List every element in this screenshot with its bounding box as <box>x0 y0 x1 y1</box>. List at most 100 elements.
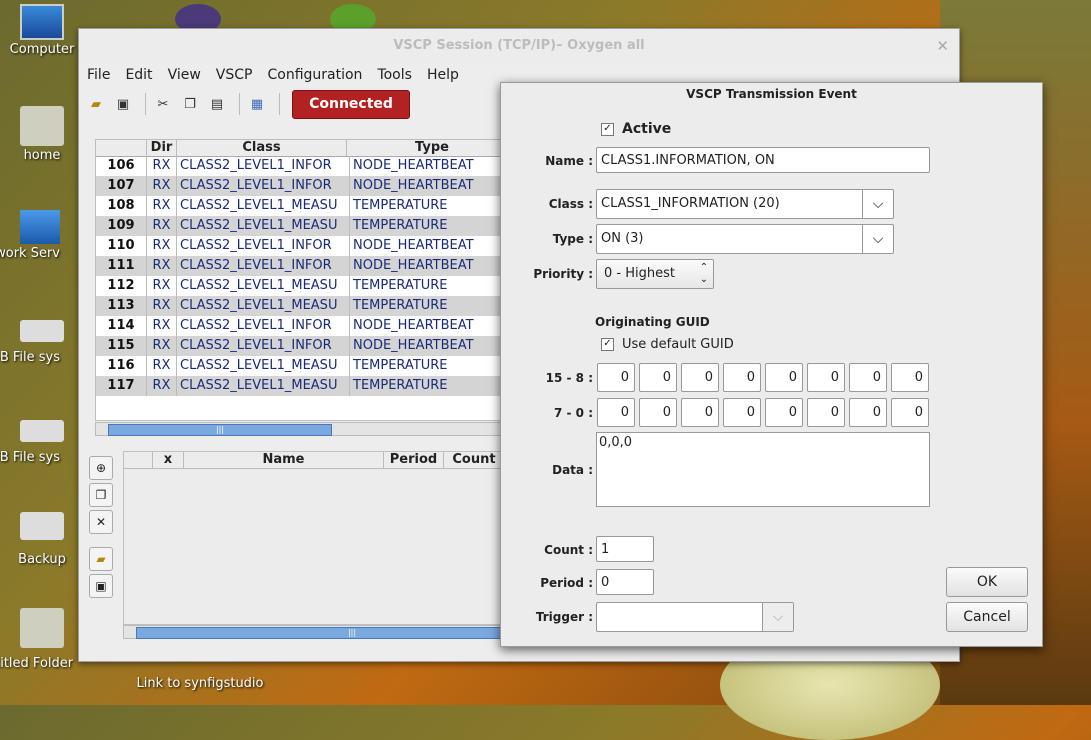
table-row[interactable]: 108 RX CLASS2_LEVEL1_MEASU TEMPERATURE <box>96 196 506 216</box>
count-input[interactable]: 1 <box>596 536 654 562</box>
close-icon[interactable]: ✕ <box>936 29 949 63</box>
desktop-icon-computer[interactable]: Computer <box>2 4 82 57</box>
guid-byte-input[interactable]: 0 <box>639 363 677 392</box>
ok-button[interactable]: OK <box>946 567 1028 597</box>
transmit-table[interactable]: x Name Period Count <box>123 451 511 625</box>
guid-byte-input[interactable]: 0 <box>765 363 803 392</box>
table-row[interactable]: 107 RX CLASS2_LEVEL1_INFOR NODE_HEARTBEAT <box>96 176 506 196</box>
guid-byte-input[interactable]: 0 <box>891 398 929 427</box>
desktop-icon-drive-gb[interactable]: GB File sys <box>0 314 80 365</box>
save-icon[interactable]: ▣ <box>112 93 134 115</box>
trigger-select[interactable]: ⌵ <box>596 602 794 632</box>
desktop-icon-backup[interactable]: Backup <box>2 512 82 567</box>
guid-byte-input[interactable]: 0 <box>597 363 635 392</box>
guid-byte-input[interactable]: 0 <box>849 398 887 427</box>
table-row[interactable]: 112 RX CLASS2_LEVEL1_MEASU TEMPERATURE <box>96 276 506 296</box>
grid-header-class[interactable]: Class <box>177 140 347 156</box>
table-row[interactable]: 113 RX CLASS2_LEVEL1_MEASU TEMPERATURE <box>96 296 506 316</box>
guid-byte-input[interactable]: 0 <box>681 363 719 392</box>
save-events-button[interactable]: ▣ <box>89 574 113 598</box>
row-type: TEMPERATURE <box>353 358 448 373</box>
priority-select[interactable]: 0 - Highest ⌃ ⌄ <box>596 259 714 289</box>
guid-byte-input[interactable]: 0 <box>765 398 803 427</box>
guid-byte-input[interactable]: 0 <box>807 363 845 392</box>
paste-icon[interactable]: ▤ <box>206 93 228 115</box>
desktop-icon-home[interactable]: home <box>2 106 82 163</box>
guid-byte-input[interactable]: 0 <box>597 398 635 427</box>
guid-byte-input[interactable]: 0 <box>723 363 761 392</box>
row-dir: RX <box>147 216 177 236</box>
row-number: 111 <box>96 256 147 276</box>
data-textarea[interactable]: 0,0,0 <box>596 432 930 507</box>
guid-byte-input[interactable]: 0 <box>891 363 929 392</box>
menu-configuration[interactable]: Configuration <box>267 67 362 83</box>
copy-icon[interactable]: ❐ <box>179 93 201 115</box>
table-row[interactable]: 116 RX CLASS2_LEVEL1_MEASU TEMPERATURE <box>96 356 506 376</box>
grid-rows: 106 RX CLASS2_LEVEL1_INFOR NODE_HEARTBEAT 1… <box>96 156 506 396</box>
tx-hscrollbar[interactable]: ||| <box>123 625 568 639</box>
default-guid-checkbox[interactable]: ✓ Use default GUID <box>601 337 734 352</box>
chevron-down-icon[interactable]: ⌵ <box>862 225 893 253</box>
grid-header-rownum <box>96 140 147 156</box>
toolbar-separator <box>145 93 146 115</box>
tx-header-x[interactable]: x <box>153 452 184 468</box>
table-row[interactable]: 106 RX CLASS2_LEVEL1_INFOR NODE_HEARTBEAT <box>96 156 506 176</box>
cancel-button[interactable]: Cancel <box>946 602 1028 632</box>
cut-icon[interactable]: ✂ <box>152 93 174 115</box>
drive-icon <box>20 320 64 342</box>
class-select[interactable]: CLASS1_INFORMATION (20) ⌵ <box>596 189 894 219</box>
menu-file[interactable]: File <box>87 67 110 83</box>
guid-byte-input[interactable]: 0 <box>681 398 719 427</box>
load-events-button[interactable]: ▰ <box>89 547 113 571</box>
table-row[interactable]: 115 RX CLASS2_LEVEL1_INFOR NODE_HEARTBEAT <box>96 336 506 356</box>
table-row[interactable]: 114 RX CLASS2_LEVEL1_INFOR NODE_HEARTBEAT <box>96 316 506 336</box>
type-select[interactable]: ON (3) ⌵ <box>596 224 894 254</box>
menu-view[interactable]: View <box>168 67 201 83</box>
menu-edit[interactable]: Edit <box>125 67 152 83</box>
window-titlebar[interactable]: VSCP Session (TCP/IP)– Oxygen all ✕ <box>79 29 959 63</box>
grid-hscrollbar[interactable]: ||| <box>95 422 505 436</box>
connected-button[interactable]: Connected <box>292 89 410 119</box>
type-select-value: ON (3) <box>601 231 644 246</box>
name-input[interactable]: CLASS1.INFORMATION, ON <box>596 147 930 173</box>
check-icon: ✓ <box>601 122 614 136</box>
open-icon[interactable]: ▰ <box>85 93 107 115</box>
event-grid[interactable]: Dir Class Type 106 RX CLASS2_LEVEL1_INFOR N… <box>95 139 507 421</box>
add-event-button[interactable]: ⊕ <box>89 456 113 480</box>
menu-tools[interactable]: Tools <box>377 67 412 83</box>
row-type: TEMPERATURE <box>353 198 448 213</box>
active-checkbox[interactable]: ✓ Active <box>601 121 671 137</box>
tx-header-count[interactable]: Count <box>444 452 504 468</box>
table-row[interactable]: 111 RX CLASS2_LEVEL1_INFOR NODE_HEARTBEAT <box>96 256 506 276</box>
table-row[interactable]: 110 RX CLASS2_LEVEL1_INFOR NODE_HEARTBEAT <box>96 236 506 256</box>
desktop-icon-folder[interactable]: ntitled Folder <box>0 608 80 671</box>
guid-byte-input[interactable]: 0 <box>723 398 761 427</box>
copy-event-button[interactable]: ❐ <box>89 483 113 507</box>
desktop-icon-network[interactable]: etwork Serv <box>0 210 80 261</box>
tx-header-name[interactable]: Name <box>184 452 384 468</box>
tx-header-period[interactable]: Period <box>384 452 444 468</box>
chevron-down-icon[interactable]: ⌵ <box>862 190 893 218</box>
row-dir: RX <box>147 196 177 216</box>
transmit-table-header: x Name Period Count <box>124 452 510 469</box>
chevron-down-icon[interactable]: ⌵ <box>762 603 793 631</box>
guid-hi-row: 0 0 0 0 0 0 0 0 <box>597 363 929 392</box>
row-number: 106 <box>96 156 147 176</box>
guid-byte-input[interactable]: 0 <box>807 398 845 427</box>
scrollbar-thumb[interactable]: ||| <box>108 424 332 436</box>
name-label: Name : <box>545 154 593 168</box>
period-input[interactable]: 0 <box>596 569 654 595</box>
guid-byte-input[interactable]: 0 <box>849 363 887 392</box>
print-icon[interactable]: ▦ <box>246 93 268 115</box>
grid-header-type[interactable]: Type <box>347 140 506 156</box>
table-row[interactable]: 109 RX CLASS2_LEVEL1_MEASU TEMPERATURE <box>96 216 506 236</box>
menu-help[interactable]: Help <box>427 67 459 83</box>
menu-vscp[interactable]: VSCP <box>216 67 253 83</box>
desktop-icon-drive-mb[interactable]: MB File sys <box>0 414 80 465</box>
guid-byte-input[interactable]: 0 <box>639 398 677 427</box>
table-row[interactable]: 117 RX CLASS2_LEVEL1_MEASU TEMPERATURE <box>96 376 506 396</box>
grid-header-dir[interactable]: Dir <box>147 140 177 156</box>
guid-lo-row: 0 0 0 0 0 0 0 0 <box>597 398 929 427</box>
delete-event-button[interactable]: ✕ <box>89 510 113 534</box>
desktop-link-synfig[interactable]: Link to synfigstudio <box>130 676 270 691</box>
